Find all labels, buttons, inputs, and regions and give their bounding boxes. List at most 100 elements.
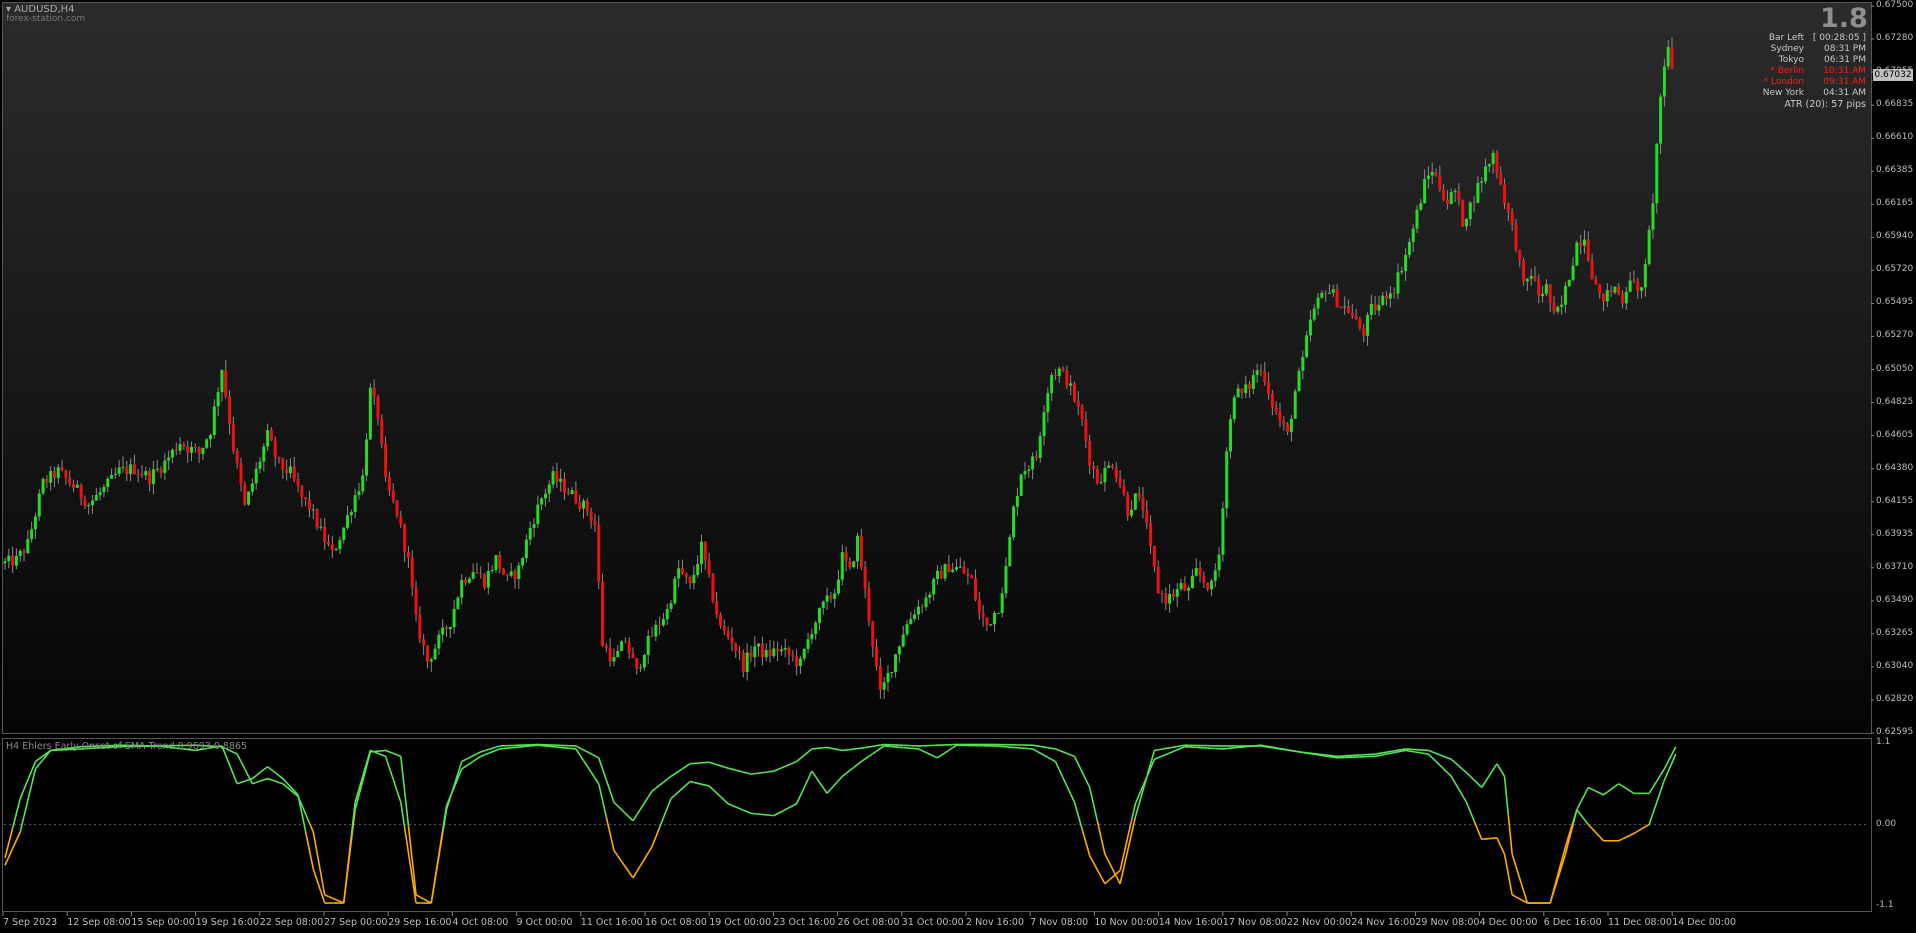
bear-candle [593,521,597,526]
bear-candle [1362,327,1366,336]
bear-candle [1080,406,1084,420]
bear-candle [315,509,319,528]
slow-line-segment [583,749,588,753]
time-tick-label: 26 Oct 08:00 [837,917,900,928]
bear-candle [1617,286,1621,294]
bear-candle [372,387,376,397]
fast-line-segment [449,787,455,798]
bull-candle [163,460,167,473]
bull-candle [1019,474,1023,496]
bull-candle [155,468,159,470]
price-tick-label: 0.64605 [1876,429,1914,440]
bull-candle [1293,391,1297,419]
bull-candle [113,473,117,475]
bull-candle [612,657,616,662]
fast-line-segment [1276,747,1281,750]
bull-candle [1008,537,1012,567]
fast-line-segment [403,827,410,853]
fast-line-segment [8,848,14,858]
bear-candle [1445,199,1449,205]
bear-candle [1137,493,1141,498]
bear-candle [1278,411,1282,421]
price-tick-label: 0.63265 [1876,627,1914,638]
slow-line-segment [1104,853,1110,862]
bear-candle [285,469,289,474]
fast-line-segment [468,760,474,765]
slow-line-segment [1108,861,1114,870]
price-tick-label: 0.62595 [1876,727,1914,737]
bear-candle [1270,393,1274,408]
bear-candle [79,484,83,499]
fast-line-segment [1583,819,1589,825]
bull-candle [772,648,776,656]
bull-candle [1209,580,1213,590]
bear-candle [844,552,848,562]
bull-candle [882,682,886,690]
bear-candle [1472,202,1476,204]
bull-candle [98,492,102,496]
bull-candle [1430,171,1434,176]
bear-candle [1537,279,1541,297]
bear-candle [1118,477,1122,486]
bear-candle [608,647,612,662]
fast-line-segment [693,781,698,785]
bear-candle [1198,568,1202,577]
bull-candle [486,571,490,588]
bull-candle [1426,175,1430,179]
fast-line-segment [1108,876,1114,882]
fast-line-segment [872,750,878,755]
fast-line-segment [601,800,608,818]
fast-line-segment [34,763,40,770]
bear-candle [422,639,426,646]
fast-line-segment [1032,748,1037,752]
price-tick-label: 0.63040 [1876,660,1914,671]
bull-candle [1484,166,1488,182]
bear-candle [749,652,753,658]
bull-candle [262,446,266,462]
bull-candle [677,568,681,579]
fast-line-segment [1409,750,1414,753]
price-tick-label: 0.67500 [1876,0,1914,10]
bull-candle [1453,190,1457,193]
bull-candle [1312,308,1316,320]
fast-line-segment [381,754,386,758]
bull-candle [543,493,547,499]
bear-candle [1259,370,1263,372]
fast-line-segment [23,800,29,817]
fast-line-segment [342,869,349,904]
bear-candle [604,645,608,648]
fast-line-segment [472,758,478,763]
bull-candle [429,659,433,662]
bear-candle [502,568,506,575]
bull-candle [189,446,193,453]
bull-candle [1031,456,1035,470]
atr-value: ATR (20): 57 pips [1784,99,1866,110]
bear-candle [64,470,68,478]
slow-line-segment [1603,791,1608,796]
time-tick-label: 12 Sep 08:00 [67,917,131,928]
fast-line-segment [346,835,353,870]
chart-canvas[interactable] [0,0,1916,933]
bull-candle [814,622,818,634]
bull-candle [1057,368,1061,377]
slow-line-segment [1465,772,1471,777]
bear-candle [562,478,566,493]
bear-candle [83,498,87,507]
fast-line-segment [1446,772,1452,777]
slow-line-segment [799,754,805,759]
slow-line-segment [1450,758,1456,764]
fast-line-segment [240,780,246,784]
bull-candle [654,624,658,637]
fast-line-segment [1047,756,1053,761]
fast-line-segment [1595,832,1601,838]
slow-line-segment [880,743,885,746]
fast-line-segment [1039,752,1045,756]
fast-line-segment [1115,869,1121,875]
fast-line-segment [15,831,21,841]
time-tick-label: 4 Oct 08:00 [452,917,509,928]
bear-candle [875,647,879,667]
fast-line-segment [826,788,832,794]
bear-candle [1122,485,1126,495]
slow-line-segment [415,894,421,898]
slow-line-segment [1443,755,1448,759]
